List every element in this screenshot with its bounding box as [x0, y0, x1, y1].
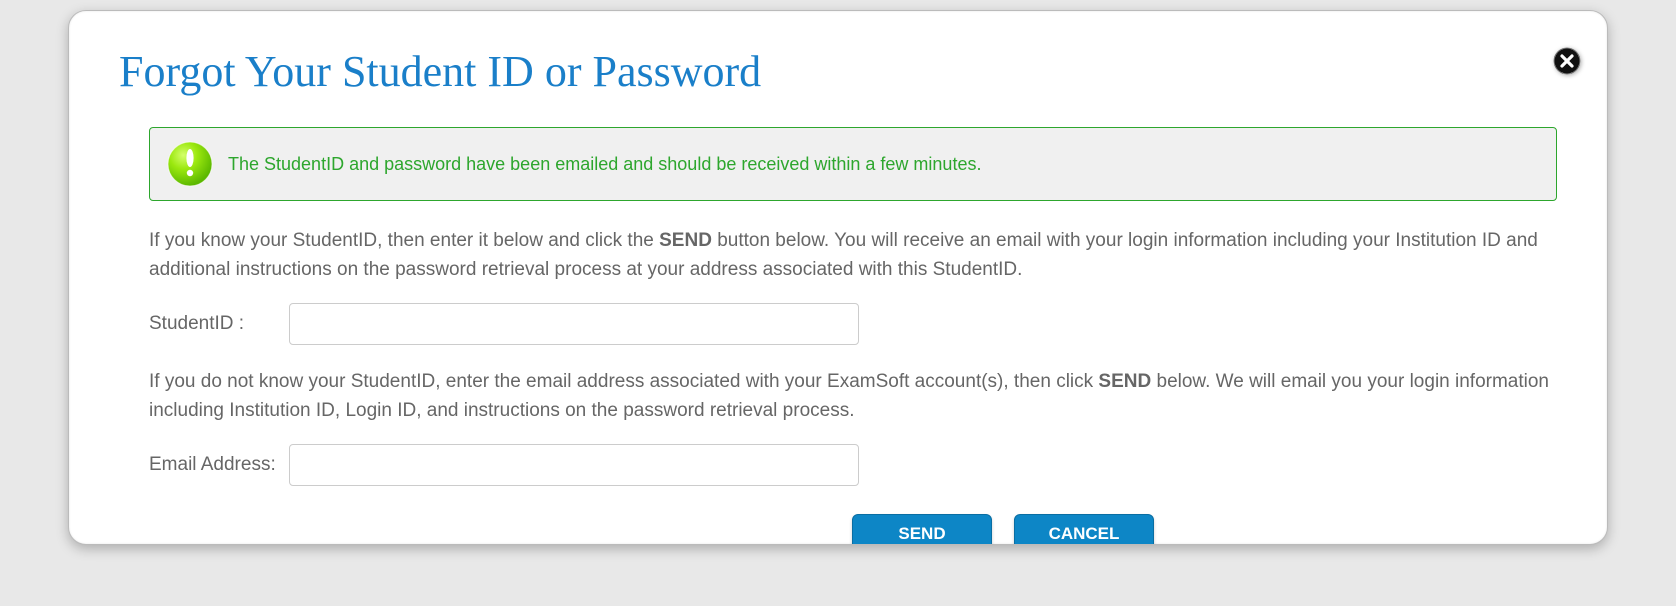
close-icon	[1552, 46, 1582, 76]
email-label: Email Address:	[149, 454, 289, 476]
email-input[interactable]	[289, 444, 859, 486]
instruction-email: If you do not know your StudentID, enter…	[149, 367, 1557, 426]
studentid-input[interactable]	[289, 303, 859, 345]
page-title: Forgot Your Student ID or Password	[119, 46, 1557, 97]
alert-text: The StudentID and password have been ema…	[228, 154, 981, 175]
studentid-row: StudentID :	[149, 303, 1557, 345]
alert-success-icon	[166, 140, 214, 188]
studentid-label: StudentID :	[149, 313, 289, 335]
cancel-button[interactable]: CANCEL	[1014, 514, 1154, 545]
success-alert: The StudentID and password have been ema…	[149, 127, 1557, 201]
button-row: SEND CANCEL	[449, 514, 1557, 545]
send-button[interactable]: SEND	[852, 514, 992, 545]
forgot-modal: Forgot Your Student ID or Password	[68, 10, 1608, 545]
instruction-studentid: If you know your StudentID, then enter i…	[149, 226, 1557, 285]
email-row: Email Address:	[149, 444, 1557, 486]
close-button[interactable]	[1552, 46, 1582, 76]
